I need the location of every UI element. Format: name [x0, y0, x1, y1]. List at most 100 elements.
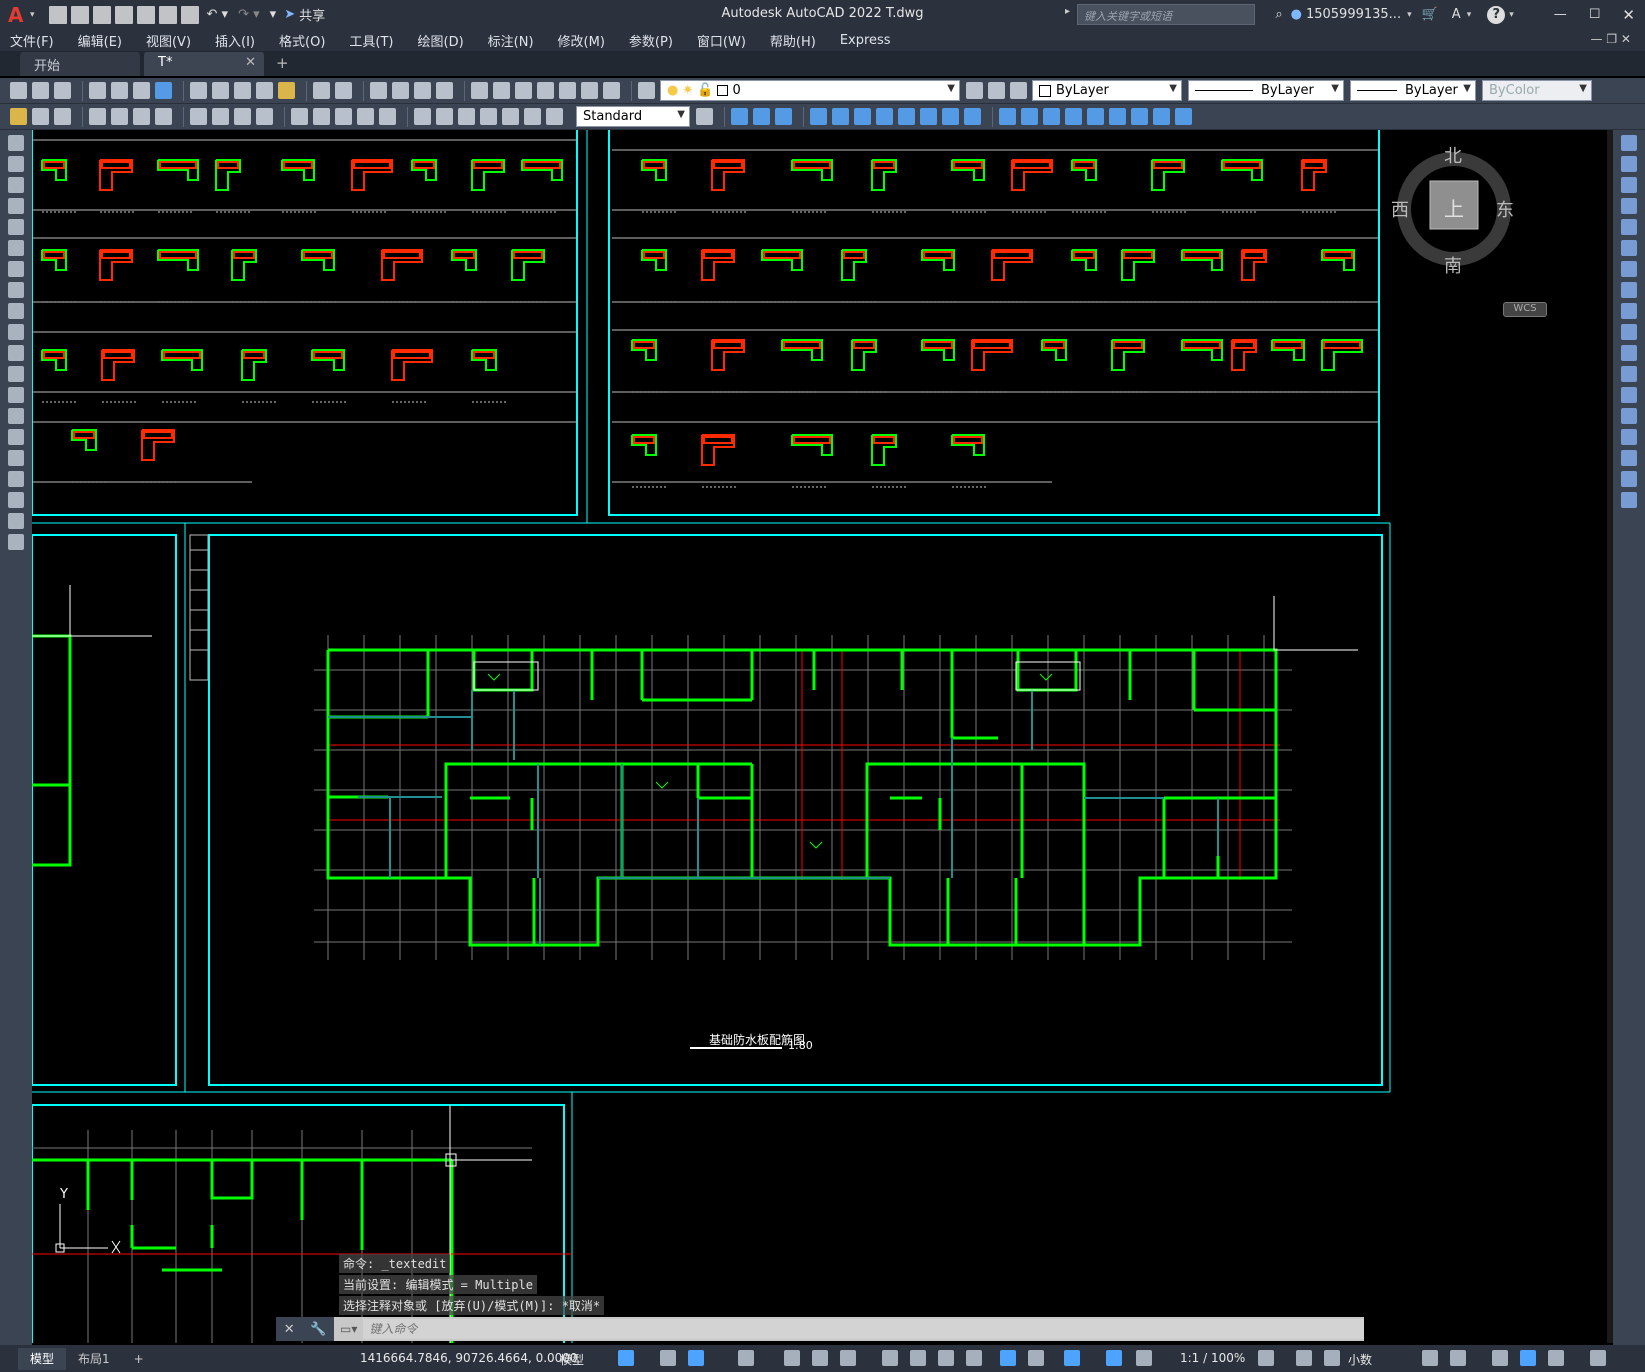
layer-dropdown[interactable]: ● ✷ 🔓 0 ▼ — [660, 80, 960, 101]
rotate-faces-icon[interactable] — [898, 108, 915, 125]
toolpalettes-icon[interactable] — [515, 82, 532, 99]
open-file-icon[interactable] — [70, 5, 89, 24]
tab-model[interactable]: 模型 — [18, 1347, 67, 1370]
taper-faces-icon[interactable] — [920, 108, 937, 125]
drawing-canvas[interactable]: 基础防水板配筋图 1:80 Y 北 南 西 东 上 WCS — [32, 130, 1613, 1343]
cursor-coordinates[interactable]: 1416664.7846, 90726.4664, 0.0000 — [360, 1351, 578, 1365]
copy-faces-icon[interactable] — [942, 108, 959, 125]
dynamic-ucs-icon[interactable] — [1000, 1350, 1016, 1366]
menu-file[interactable]: 文件(F) — [10, 31, 54, 50]
ordinate-dim-icon[interactable] — [155, 108, 172, 125]
table-icon[interactable] — [8, 492, 24, 508]
offset-icon[interactable] — [1621, 198, 1637, 214]
make-current-layer-icon[interactable] — [966, 82, 983, 99]
model-space-toggle[interactable]: 模型 — [560, 1351, 584, 1368]
save-web-icon[interactable] — [158, 5, 177, 24]
dim-update-icon[interactable] — [546, 108, 563, 125]
lineweight-dropdown[interactable]: ByLayer ▼ — [1350, 80, 1476, 101]
erase-icon[interactable] — [1621, 135, 1637, 151]
angular-dim-icon[interactable] — [256, 108, 273, 125]
annotation-scale[interactable]: 1:1 / 100% — [1180, 1351, 1245, 1365]
open-icon[interactable] — [32, 82, 49, 99]
move-icon[interactable] — [1621, 240, 1637, 256]
inspect-icon[interactable] — [458, 108, 475, 125]
new-tab-button[interactable]: + — [276, 54, 289, 76]
aligned-dim-icon[interactable] — [111, 108, 128, 125]
tab-layout1[interactable]: 布局1 — [66, 1350, 122, 1367]
dimstyle-manager-icon[interactable] — [696, 108, 713, 125]
grid-icon[interactable] — [618, 1350, 634, 1366]
help-chevron-icon[interactable]: ▾ — [1509, 10, 1514, 20]
chamfer-icon[interactable] — [1621, 429, 1637, 445]
break-icon[interactable] — [1621, 387, 1637, 403]
subtract-icon[interactable] — [753, 108, 770, 125]
offset-faces-icon[interactable] — [854, 108, 871, 125]
cart-icon[interactable]: 🛒 — [1422, 7, 1438, 22]
circle-icon[interactable] — [8, 261, 24, 277]
array-icon[interactable] — [1621, 219, 1637, 235]
menu-insert[interactable]: 插入(I) — [215, 31, 255, 50]
dimstyle-dropdown[interactable]: Standard ▼ — [576, 106, 690, 127]
selection-cycling-icon[interactable] — [938, 1350, 954, 1366]
viewcube-north[interactable]: 北 — [1444, 142, 1462, 168]
share-icon[interactable]: ➤ — [284, 7, 295, 22]
continue-dim-icon[interactable] — [335, 108, 352, 125]
doc-window-controls[interactable]: — ❐ ✕ — [1591, 32, 1631, 46]
offset-edge-icon[interactable] — [1175, 108, 1192, 125]
pan-icon[interactable] — [370, 82, 387, 99]
linear-dim-icon[interactable] — [89, 108, 106, 125]
viewcube-top-face[interactable]: 上 — [1444, 193, 1464, 222]
mirror-icon[interactable] — [1621, 177, 1637, 193]
customization-icon[interactable] — [1590, 1350, 1606, 1366]
zoom-previous-icon[interactable] — [436, 82, 453, 99]
workspace-icon[interactable] — [10, 108, 27, 125]
imprint-icon[interactable] — [999, 108, 1016, 125]
linetype-dropdown[interactable]: ByLayer ▼ — [1188, 80, 1344, 101]
block-editor-icon[interactable] — [278, 82, 295, 99]
ellipse-arc-icon[interactable] — [8, 345, 24, 361]
menu-express[interactable]: Express — [840, 33, 891, 48]
plot-icon[interactable] — [180, 5, 199, 24]
search-icon[interactable]: ⌕ — [1275, 7, 1282, 22]
command-recent-icon[interactable]: ▭▾ — [334, 1322, 363, 1336]
maximize-icon[interactable]: ☐ — [1589, 7, 1601, 22]
radius-dim-icon[interactable] — [190, 108, 207, 125]
markup-icon[interactable] — [559, 82, 576, 99]
properties-icon[interactable] — [471, 82, 488, 99]
qsave-icon[interactable] — [54, 82, 71, 99]
insert-block-icon[interactable] — [32, 108, 49, 125]
jogged-linear-icon[interactable] — [480, 108, 497, 125]
wcs-menu-button[interactable]: WCS — [1503, 302, 1547, 317]
lineweight-icon[interactable] — [882, 1350, 898, 1366]
annotation-visibility-icon[interactable] — [1106, 1350, 1122, 1366]
menu-tools[interactable]: 工具(T) — [349, 31, 393, 50]
snap-icon[interactable] — [660, 1350, 676, 1366]
close-icon[interactable]: ✕ — [1622, 6, 1635, 24]
scale-icon[interactable] — [1621, 282, 1637, 298]
viewcube-west[interactable]: 西 — [1391, 196, 1409, 222]
cut-icon[interactable] — [190, 82, 207, 99]
3dprint-icon[interactable] — [155, 82, 172, 99]
command-close-icon[interactable]: ✕ — [284, 1322, 295, 1337]
polygon-icon[interactable] — [8, 198, 24, 214]
paste-icon[interactable] — [234, 82, 251, 99]
menu-format[interactable]: 格式(O) — [279, 31, 325, 50]
designcenter-icon[interactable] — [493, 82, 510, 99]
extend-icon[interactable] — [1621, 345, 1637, 361]
ellipse-icon[interactable] — [8, 324, 24, 340]
3dosnap-icon[interactable] — [966, 1350, 982, 1366]
quick-properties-icon[interactable] — [1422, 1350, 1438, 1366]
user-account[interactable]: 1505999135... — [1306, 7, 1401, 22]
mtext-icon[interactable] — [8, 513, 24, 529]
menu-help[interactable]: 帮助(H) — [770, 31, 816, 50]
command-input[interactable] — [363, 1319, 1364, 1339]
arc-length-icon[interactable] — [133, 108, 150, 125]
dimedit-icon[interactable] — [502, 108, 519, 125]
line-icon[interactable] — [8, 135, 24, 151]
polyline-icon[interactable] — [8, 177, 24, 193]
explode-icon[interactable] — [1621, 492, 1637, 508]
extract-edges-icon[interactable] — [1153, 108, 1170, 125]
open-web-icon[interactable] — [136, 5, 155, 24]
revcloud-icon[interactable] — [8, 282, 24, 298]
arc-icon[interactable] — [8, 240, 24, 256]
